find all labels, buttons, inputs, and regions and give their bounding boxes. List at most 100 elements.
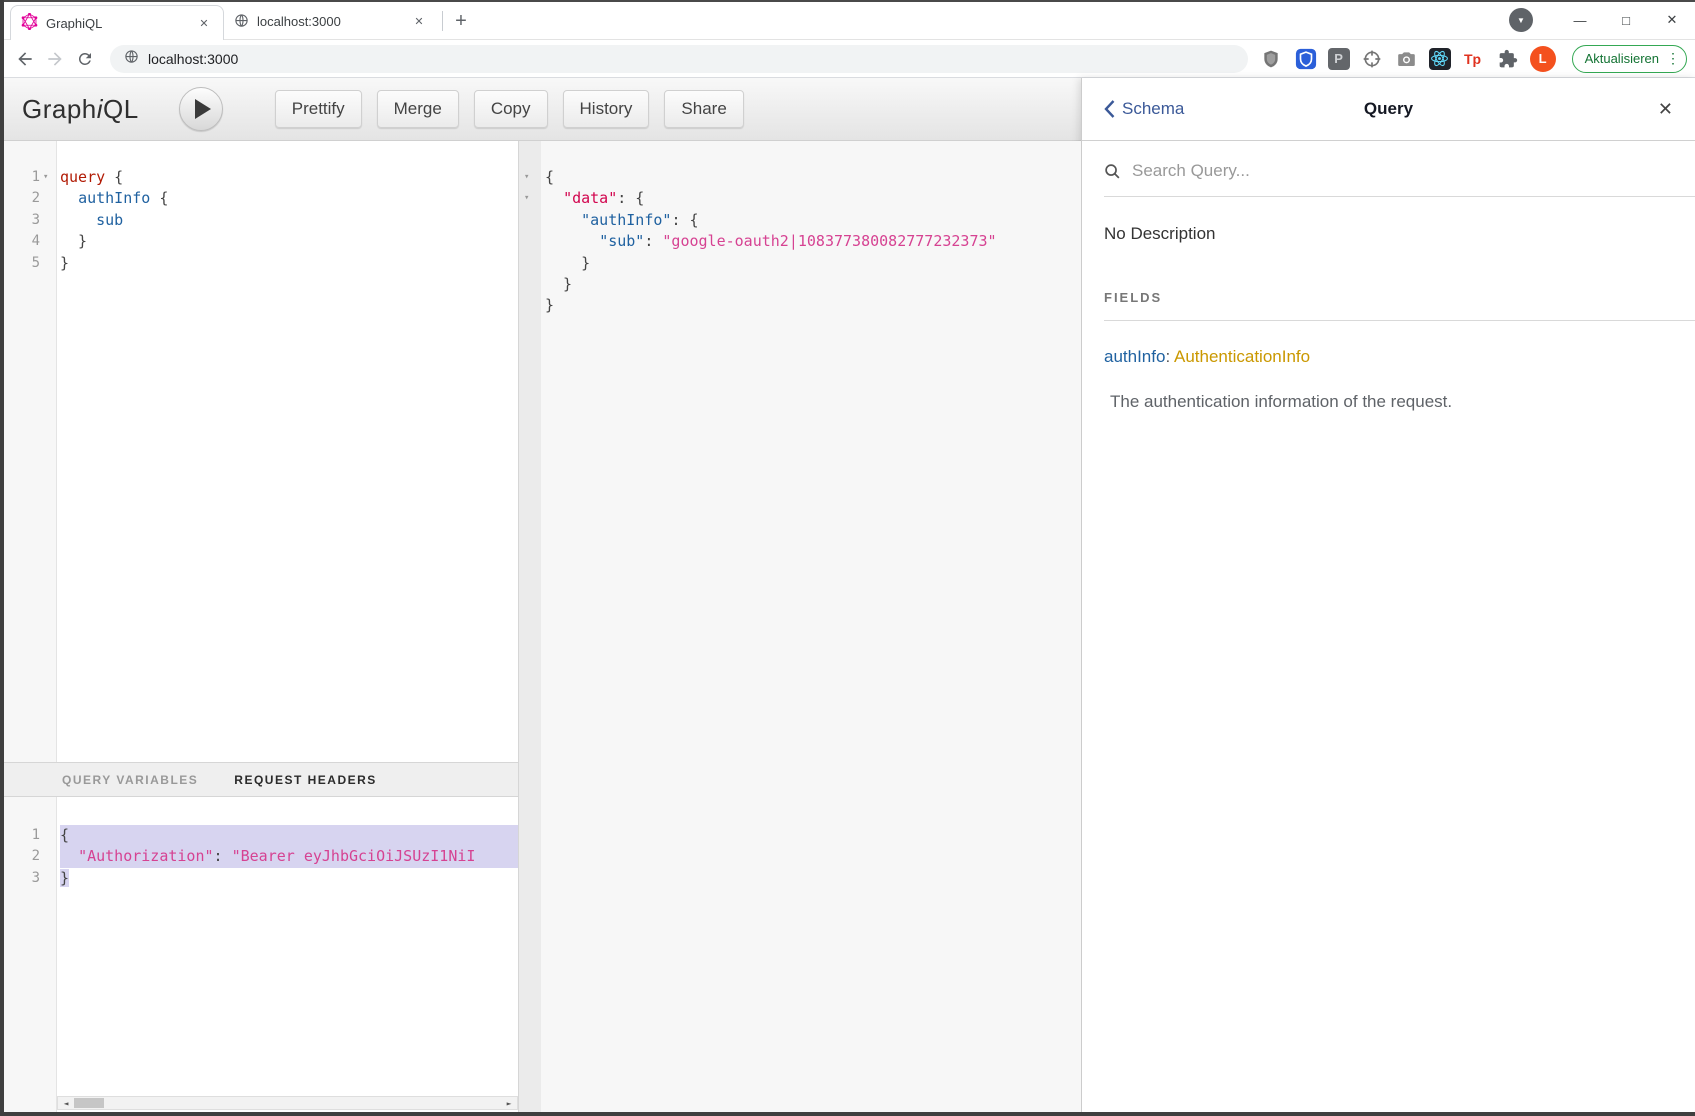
play-icon (195, 99, 211, 119)
close-window-button[interactable]: ✕ (1649, 0, 1695, 40)
graphiql-app: GraphiQL Prettify Merge Copy History Sha… (0, 78, 1695, 1116)
share-button[interactable]: Share (664, 90, 743, 128)
tp-extension-icon[interactable]: Tp (1460, 46, 1486, 72)
doc-back-label: Schema (1122, 99, 1184, 119)
scrollbar-thumb[interactable] (74, 1098, 104, 1108)
react-devtools-icon[interactable] (1429, 48, 1451, 70)
update-chrome-label: Aktualisieren (1585, 51, 1659, 66)
code-line[interactable]: 1▾query { (0, 167, 518, 188)
graphiql-toolbar-buttons: Prettify Merge Copy History Share (275, 90, 744, 128)
tab-query-variables[interactable]: QUERY VARIABLES (62, 773, 198, 787)
search-icon (1104, 163, 1121, 180)
reload-button[interactable] (70, 44, 100, 74)
camera-extension-icon[interactable] (1394, 46, 1420, 72)
code-line[interactable]: "authInfo": { (519, 210, 1081, 231)
globe-icon (124, 49, 139, 69)
prettify-button[interactable]: Prettify (275, 90, 362, 128)
code-line[interactable]: } (519, 253, 1081, 274)
field-name-link[interactable]: authInfo (1104, 347, 1165, 366)
line-number: 2 (0, 846, 40, 867)
doc-no-description: No Description (1104, 224, 1695, 244)
code-line[interactable]: 1{ (0, 825, 518, 846)
doc-search-row (1104, 141, 1695, 197)
tab-separator (442, 11, 443, 31)
workspace: 1▾query {2 authInfo {3 sub4 }5} QUERY VA… (0, 141, 1081, 1116)
copy-button[interactable]: Copy (474, 90, 548, 128)
new-tab-button[interactable]: + (447, 7, 475, 35)
doc-search-input[interactable] (1132, 161, 1695, 181)
tab-title: localhost:3000 (257, 14, 402, 29)
doc-explorer-header: Schema Query ✕ (1082, 78, 1695, 141)
field-description: The authentication information of the re… (1110, 392, 1695, 412)
code-line[interactable]: } (519, 295, 1081, 316)
p-extension-icon[interactable]: P (1328, 48, 1350, 70)
bitwarden-extension-icon[interactable] (1293, 46, 1319, 72)
code-line[interactable]: 3 sub (0, 210, 518, 231)
query-editor[interactable]: 1▾query {2 authInfo {3 sub4 }5} (0, 141, 518, 762)
code-line[interactable]: 3} (0, 868, 518, 889)
scroll-left-icon[interactable]: ◄ (60, 1097, 72, 1109)
update-chrome-button[interactable]: Aktualisieren ⋮ (1572, 45, 1687, 73)
code-line[interactable]: ▾{ (519, 167, 1081, 188)
window-top-border (0, 0, 1695, 2)
back-button[interactable] (10, 44, 40, 74)
browser-toolbar: localhost:3000 P Tp L (0, 40, 1695, 78)
browser-tab-localhost[interactable]: localhost:3000 ✕ (224, 4, 438, 39)
code-line[interactable]: "sub": "google-oauth2|108377380082777232… (519, 231, 1081, 252)
horizontal-scrollbar[interactable]: ◄ ► (57, 1096, 518, 1110)
window-left-border (0, 0, 4, 1116)
fold-arrow-icon[interactable]: ▾ (524, 167, 529, 188)
code-line[interactable]: } (519, 274, 1081, 295)
close-tab-icon[interactable]: ✕ (410, 13, 428, 31)
line-number: 2 (0, 188, 40, 209)
crosshair-extension-icon[interactable] (1359, 46, 1385, 72)
tab-strip: GraphiQL ✕ localhost:3000 ✕ + ▼ — □ ✕ (0, 0, 1695, 40)
request-headers-editor[interactable]: ◄ ► 1{2 "Authorization": "Bearer eyJhbGc… (0, 797, 518, 1116)
line-number: 3 (0, 868, 40, 889)
chrome-menu-kebab-icon[interactable]: ⋮ (1666, 50, 1680, 67)
code-line[interactable]: 2 "Authorization": "Bearer eyJhbGciOiJSU… (0, 846, 518, 867)
doc-close-icon[interactable]: ✕ (1658, 99, 1673, 120)
execute-query-button[interactable] (179, 87, 223, 131)
response-pane: ▾{▾ "data": { "authInfo": { "sub": "goog… (519, 141, 1081, 1116)
merge-button[interactable]: Merge (377, 90, 459, 128)
history-button[interactable]: History (563, 90, 650, 128)
globe-icon (234, 13, 249, 31)
ublock-extension-icon[interactable] (1258, 46, 1284, 72)
address-bar[interactable]: localhost:3000 (110, 45, 1248, 73)
tab-title: GraphiQL (46, 16, 187, 31)
tab-search-chevron-icon[interactable]: ▼ (1509, 8, 1533, 32)
fold-arrow-icon[interactable]: ▾ (524, 188, 529, 209)
code-line[interactable]: 5} (0, 253, 518, 274)
profile-avatar[interactable]: L (1530, 46, 1556, 72)
scroll-right-icon[interactable]: ► (503, 1097, 515, 1109)
doc-fields-heading: FIELDS (1104, 290, 1695, 321)
maximize-button[interactable]: □ (1603, 0, 1649, 40)
code-line[interactable]: 4 } (0, 231, 518, 252)
graphiql-main: GraphiQL Prettify Merge Copy History Sha… (0, 78, 1081, 1116)
extensions-area: P Tp L (1258, 46, 1556, 72)
graphql-logo-icon (21, 13, 38, 33)
fold-arrow-icon[interactable]: ▾ (43, 167, 48, 188)
field-type-link[interactable]: AuthenticationInfo (1174, 347, 1310, 366)
secondary-editor-tabs: QUERY VARIABLES REQUEST HEADERS (0, 762, 518, 797)
tab-request-headers[interactable]: REQUEST HEADERS (234, 773, 377, 787)
browser-chrome: GraphiQL ✕ localhost:3000 ✕ + ▼ — □ ✕ (0, 0, 1695, 78)
puzzle-extensions-icon[interactable] (1495, 46, 1521, 72)
minimize-button[interactable]: — (1557, 0, 1603, 40)
code-line[interactable]: ▾ "data": { (519, 188, 1081, 209)
forward-button[interactable] (40, 44, 70, 74)
url-text: localhost:3000 (148, 51, 238, 67)
doc-field-row: authInfo: AuthenticationInfo (1104, 347, 1695, 367)
browser-tab-graphiql[interactable]: GraphiQL ✕ (10, 5, 224, 40)
chevron-left-icon (1104, 100, 1115, 118)
window-controls: ▼ — □ ✕ (1509, 0, 1695, 40)
window-bottom-border (0, 1112, 1695, 1116)
code-line[interactable]: 2 authInfo { (0, 188, 518, 209)
line-number: 1 (0, 167, 40, 188)
graphiql-logo: GraphiQL (22, 94, 139, 125)
close-tab-icon[interactable]: ✕ (195, 14, 213, 32)
line-number: 4 (0, 231, 40, 252)
line-number: 5 (0, 253, 40, 274)
doc-back-link[interactable]: Schema (1104, 99, 1184, 119)
